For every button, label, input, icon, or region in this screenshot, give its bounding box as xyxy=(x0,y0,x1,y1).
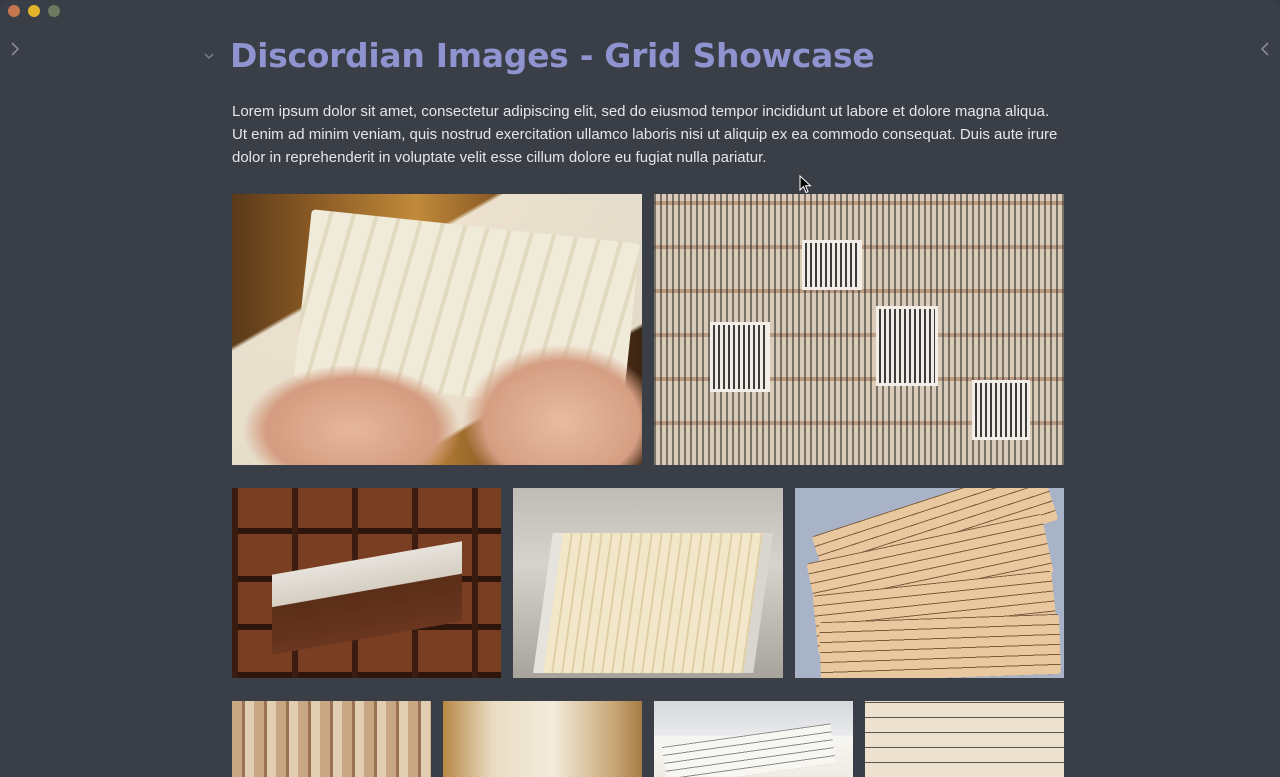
chevron-left-icon xyxy=(1260,42,1269,56)
gallery-image-wall-of-paper-notes[interactable] xyxy=(654,194,1064,465)
intro-paragraph: Lorem ipsum dolor sit amet, consectetur … xyxy=(232,103,1058,166)
mouse-pointer-icon xyxy=(799,175,813,195)
gallery-image-handwritten-card-closeup[interactable] xyxy=(865,701,1064,777)
chevron-down-icon xyxy=(204,53,214,60)
chevron-right-icon xyxy=(11,42,20,56)
left-sidebar-toggle[interactable] xyxy=(7,40,23,58)
app-window: Discordian Images - Grid Showcase Lorem … xyxy=(0,0,1280,777)
window-controls xyxy=(8,5,60,17)
gallery-image-handwritten-cards[interactable] xyxy=(795,488,1064,678)
minimize-window-button[interactable] xyxy=(28,5,40,17)
gallery-image-metal-file-drawer[interactable] xyxy=(513,488,783,678)
page-title: Discordian Images - Grid Showcase xyxy=(230,36,875,75)
gallery-image-card-box-closeup[interactable] xyxy=(443,701,642,777)
close-window-button[interactable] xyxy=(8,5,20,17)
gallery-image-paper-notes-on-desk[interactable] xyxy=(654,701,853,777)
zoom-window-button[interactable] xyxy=(48,5,60,17)
gallery-image-stacked-card-files[interactable] xyxy=(232,701,431,777)
gallery-image-wooden-card-catalog[interactable] xyxy=(232,488,501,678)
heading-collapse-toggle[interactable] xyxy=(203,51,215,61)
right-sidebar-toggle[interactable] xyxy=(1257,40,1273,58)
gallery-image-hands-holding-index-cards[interactable] xyxy=(232,194,642,465)
